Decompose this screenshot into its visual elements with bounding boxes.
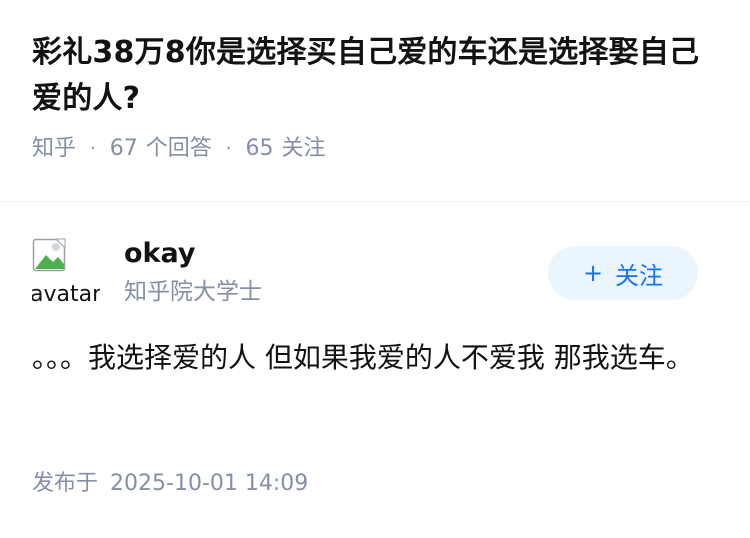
- question-header: 彩礼38万8你是选择买自己爱的车还是选择娶自己爱的人? 知乎 · 67 个回答 …: [32, 30, 722, 164]
- avatar-alt-text: avatar: [32, 282, 100, 306]
- section-divider: [0, 201, 750, 202]
- plus-icon: +: [582, 259, 604, 287]
- publish-time: 发布于 2025-10-01 14:09: [32, 468, 308, 500]
- follow-button[interactable]: + 关注: [548, 246, 698, 300]
- meta-separator: ·: [225, 138, 232, 159]
- answer-count: 67: [109, 136, 138, 161]
- avatar[interactable]: avatar: [32, 238, 100, 306]
- question-title[interactable]: 彩礼38万8你是选择买自己爱的车还是选择娶自己爱的人?: [32, 30, 722, 122]
- published-label: 发布于: [32, 471, 99, 496]
- source-label[interactable]: 知乎: [32, 134, 76, 164]
- author-row: avatar okay 知乎院大学士 + 关注: [32, 236, 698, 312]
- answer-content[interactable]: 。。。我选择爱的人 但如果我爱的人不爱我 那我选车。: [32, 334, 720, 382]
- published-timestamp: 2025-10-01 14:09: [110, 471, 309, 496]
- question-meta: 知乎 · 67 个回答 · 65 关注: [32, 134, 722, 164]
- author-title: 知乎院大学士: [124, 279, 262, 305]
- follow-label: 关注: [615, 261, 664, 290]
- author-name[interactable]: okay: [124, 236, 196, 272]
- follower-count: 65: [245, 136, 274, 161]
- answer-count-label: 个回答: [145, 136, 212, 161]
- broken-image-icon: [32, 238, 66, 272]
- meta-separator: ·: [90, 138, 96, 159]
- follower-count-label: 关注: [281, 136, 326, 161]
